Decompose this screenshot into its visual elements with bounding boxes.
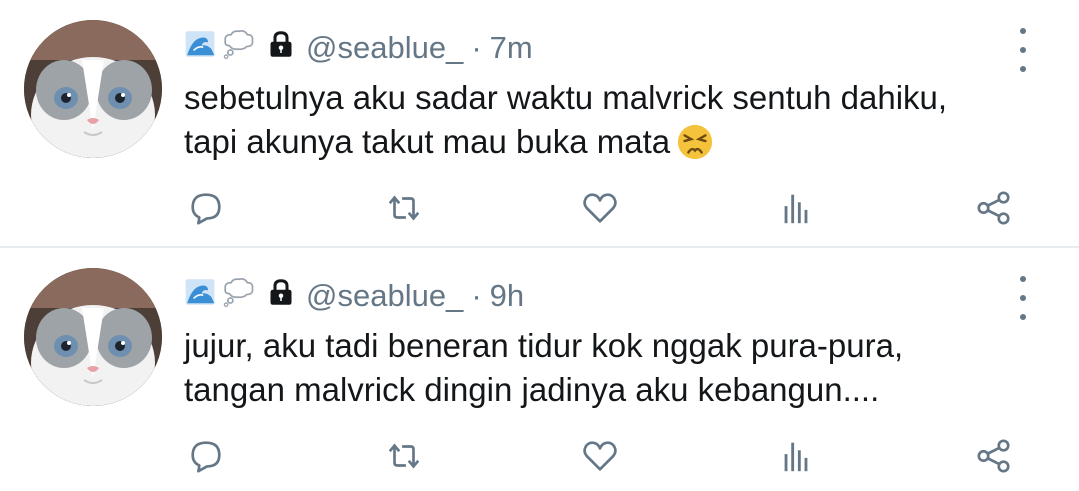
like-icon[interactable] [576, 428, 624, 484]
analytics-icon[interactable] [772, 180, 820, 236]
more-options-icon[interactable] [1010, 276, 1036, 320]
more-options-icon[interactable] [1010, 28, 1036, 72]
avatar[interactable] [24, 20, 162, 158]
tweet-card[interactable]: @seablue_ · 9h jujur, aku tadi beneran t… [0, 248, 1079, 491]
tweet-text: jujur, aku tadi beneran tidur kok nggak … [184, 324, 1044, 412]
tweet-header: @seablue_ · 7m [184, 28, 533, 68]
user-handle[interactable]: @seablue_ [306, 30, 463, 66]
tweet-text: sebetulnya aku sadar waktu malvrick sent… [184, 76, 1044, 164]
meta-separator: · [471, 278, 482, 313]
persevering-face-emoji [676, 123, 714, 161]
tweet-actions [0, 428, 1079, 484]
tweet-timestamp[interactable]: 9h [490, 278, 524, 314]
retweet-icon[interactable] [380, 180, 428, 236]
display-name[interactable] [184, 275, 296, 317]
tweet-actions [0, 180, 1079, 236]
meta-separator: · [471, 30, 482, 65]
analytics-icon[interactable] [772, 428, 820, 484]
tweet-text-line: tangan malvrick dingin jadinya aku keban… [184, 371, 880, 408]
display-name[interactable] [184, 27, 296, 69]
avatar[interactable] [24, 268, 162, 406]
tweet-header: @seablue_ · 9h [184, 276, 524, 316]
retweet-icon[interactable] [380, 428, 428, 484]
water-wave-icon [184, 28, 216, 68]
user-handle[interactable]: @seablue_ [306, 278, 463, 314]
reply-icon[interactable] [182, 180, 230, 236]
share-icon[interactable] [970, 180, 1018, 236]
tweet-text-line: jujur, aku tadi beneran tidur kok nggak … [184, 327, 904, 364]
lock-icon [266, 28, 296, 68]
share-icon[interactable] [970, 428, 1018, 484]
thought-bubble-icon [220, 275, 256, 317]
like-icon[interactable] [576, 180, 624, 236]
tweet-text-line: sebetulnya aku sadar waktu malvrick sent… [184, 79, 948, 116]
tweet-card[interactable]: @seablue_ · 7m sebetulnya aku sadar wakt… [0, 0, 1079, 246]
lock-icon [266, 276, 296, 316]
thought-bubble-icon [220, 27, 256, 69]
tweet-text-line: tapi akunya takut mau buka mata [184, 123, 671, 160]
tweet-text-line-with-emoji: tapi akunya takut mau buka mata [184, 120, 1044, 164]
tweet-timestamp[interactable]: 7m [490, 30, 533, 66]
reply-icon[interactable] [182, 428, 230, 484]
water-wave-icon [184, 276, 216, 316]
